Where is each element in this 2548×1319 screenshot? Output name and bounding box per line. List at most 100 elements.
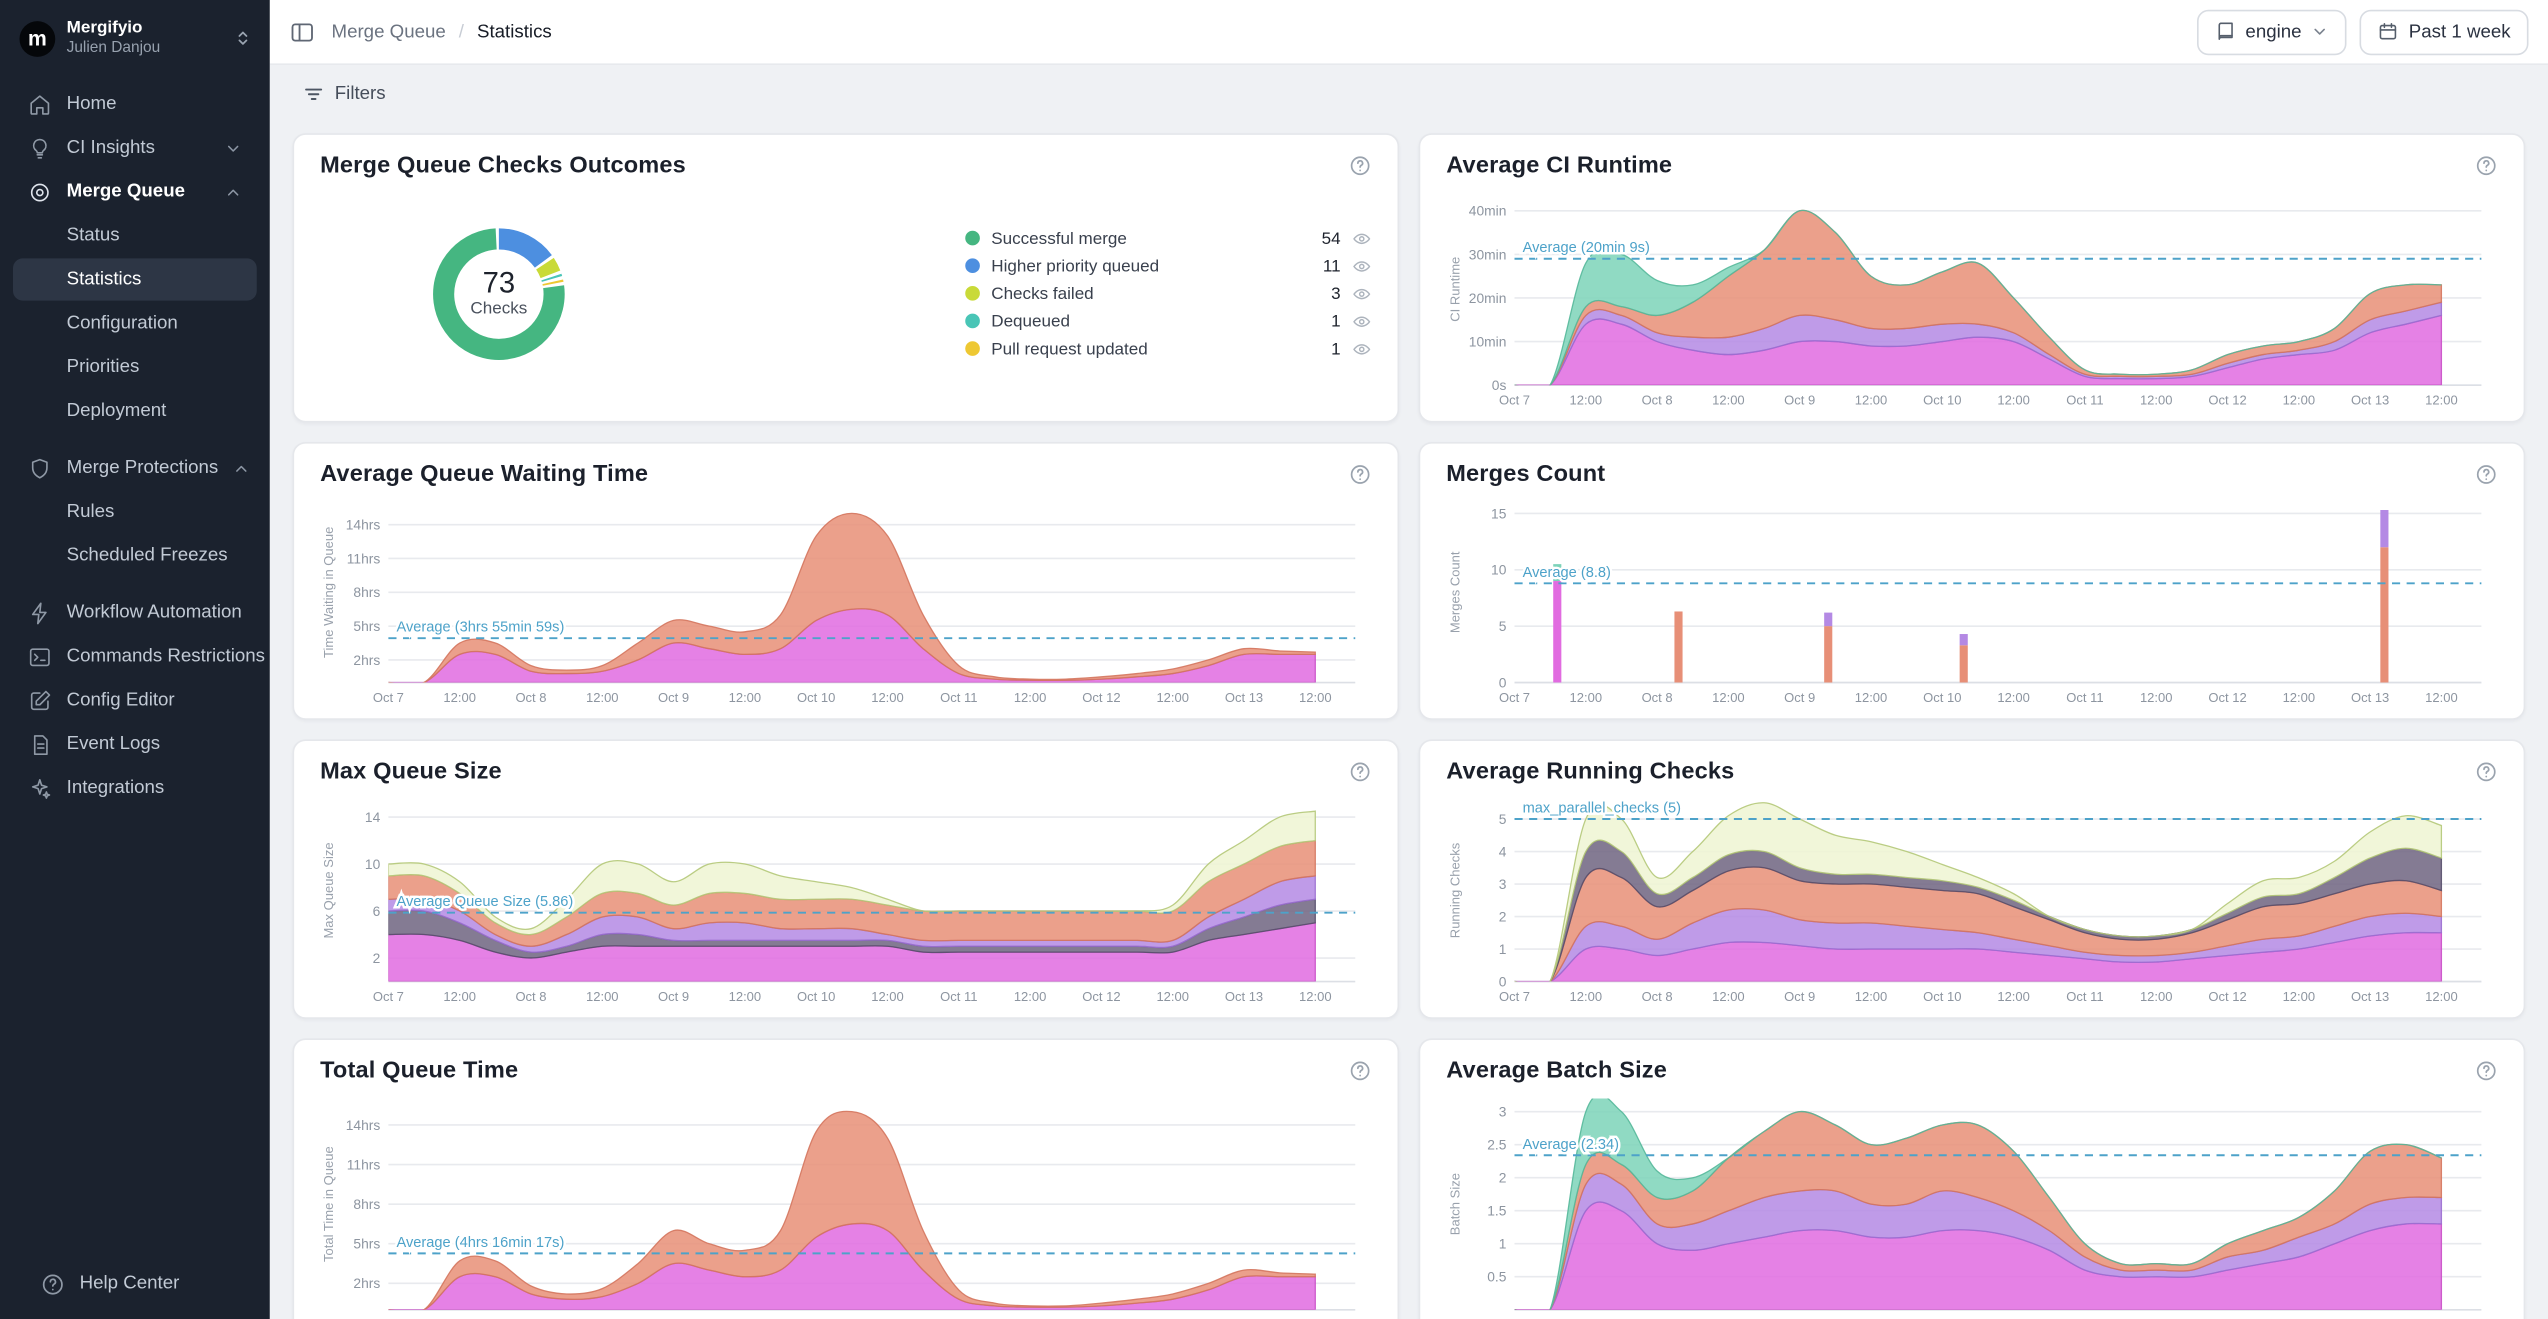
svg-text:CI Runtime: CI Runtime [1447, 257, 1462, 322]
help-icon[interactable] [2475, 1060, 2498, 1083]
editor-icon [28, 688, 52, 712]
svg-text:15: 15 [1491, 505, 1507, 521]
svg-text:Oct 7: Oct 7 [373, 690, 404, 705]
help-circle-icon [41, 1272, 65, 1296]
chart-merges-count: 051015Oct 712:00Oct 812:00Oct 912:00Oct … [1446, 488, 2497, 706]
card-title: Total Queue Time [320, 1058, 518, 1084]
svg-text:12:00: 12:00 [443, 989, 476, 1004]
date-range-button[interactable]: Past 1 week [2360, 9, 2528, 55]
svg-text:12:00: 12:00 [2283, 393, 2316, 408]
help-icon[interactable] [2475, 154, 2498, 177]
help-icon[interactable] [1349, 761, 1372, 784]
eye-icon[interactable] [1352, 339, 1372, 359]
sidebar-item-rules[interactable]: Rules [13, 491, 257, 533]
eye-icon[interactable] [1352, 256, 1372, 276]
help-center-label: Help Center [80, 1274, 180, 1294]
card-title: Average Running Checks [1446, 759, 1734, 785]
chevron-up-icon [224, 183, 242, 201]
chart-total-queue-time: 2hrs5hrs8hrs11hrs14hrsOct 712:00Oct 812:… [320, 1084, 1371, 1319]
sidebar-item-help-center[interactable]: Help Center [26, 1263, 244, 1305]
sidebar-item-deployment[interactable]: Deployment [13, 390, 257, 432]
sidebar-item-status[interactable]: Status [13, 215, 257, 257]
help-icon[interactable] [1349, 463, 1372, 486]
svg-text:2: 2 [373, 950, 381, 966]
date-range-label: Past 1 week [2409, 22, 2511, 42]
sidebar-item-label: Scheduled Freezes [67, 546, 228, 566]
svg-text:0: 0 [1499, 973, 1507, 989]
help-icon[interactable] [2475, 463, 2498, 486]
sidebar-nav: Home CI InsightsMerge QueueStatusStatisti… [0, 78, 270, 1319]
svg-text:8hrs: 8hrs [353, 1196, 380, 1212]
legend-row-pull-request-updated: Pull request updated1 [965, 338, 1371, 359]
svg-text:Batch Size: Batch Size [1447, 1173, 1462, 1235]
svg-text:Oct 11: Oct 11 [940, 989, 977, 1004]
org-header[interactable]: m Mergifyio Julien Danjou [0, 0, 270, 78]
svg-text:Oct 7: Oct 7 [1499, 690, 1530, 705]
svg-text:12:00: 12:00 [443, 690, 476, 705]
svg-text:40min: 40min [1469, 203, 1507, 219]
sidebar-item-label: Priorities [67, 358, 140, 378]
svg-text:14: 14 [365, 809, 381, 825]
sidebar-item-configuration[interactable]: Configuration [13, 302, 257, 344]
card-title: Average CI Runtime [1446, 153, 1672, 179]
legend-dot [965, 314, 980, 329]
eye-icon[interactable] [1352, 284, 1372, 304]
breadcrumb-merge-queue[interactable]: Merge Queue [332, 22, 446, 42]
svg-text:12:00: 12:00 [1156, 690, 1189, 705]
repository-select[interactable]: engine [2197, 9, 2347, 55]
card-merge-queue-checks-outcomes: Merge Queue Checks Outcomes 73 Checks [293, 133, 1400, 422]
svg-text:11hrs: 11hrs [347, 1156, 381, 1172]
card-title: Average Batch Size [1446, 1058, 1667, 1084]
filters-button[interactable]: Filters [289, 78, 398, 111]
workflow-icon [28, 600, 52, 624]
sidebar-item-merge-queue[interactable]: Merge Queue [13, 171, 257, 213]
svg-text:12:00: 12:00 [2140, 989, 2173, 1004]
svg-text:12:00: 12:00 [1712, 989, 1745, 1004]
checks-outcomes-legend: Successful merge54Higher priority queued… [965, 228, 1371, 360]
svg-text:6: 6 [373, 903, 381, 919]
sidebar-item-home[interactable]: Home [13, 83, 257, 125]
sidebar-item-integrations[interactable]: Integrations [13, 767, 257, 809]
svg-text:12:00: 12:00 [871, 989, 904, 1004]
sidebar-item-statistics[interactable]: Statistics [13, 258, 257, 300]
sidebar-item-label: Commands Restrictions [67, 647, 265, 667]
repository-icon [2215, 21, 2236, 42]
svg-text:5hrs: 5hrs [353, 1236, 380, 1252]
svg-text:Oct 11: Oct 11 [2066, 989, 2103, 1004]
svg-text:12:00: 12:00 [1997, 690, 2030, 705]
sidebar-item-priorities[interactable]: Priorities [13, 346, 257, 388]
card-title: Merges Count [1446, 462, 1605, 488]
shield-icon [28, 456, 52, 480]
svg-text:Oct 12: Oct 12 [1082, 989, 1120, 1004]
svg-text:2: 2 [1499, 1170, 1507, 1186]
sidebar-item-ci-insights[interactable]: CI Insights [13, 127, 257, 169]
sidebar-item-merge-protections[interactable]: Merge Protections [13, 447, 257, 489]
svg-text:Oct 8: Oct 8 [1642, 690, 1673, 705]
svg-text:12:00: 12:00 [1855, 393, 1888, 408]
svg-text:12:00: 12:00 [586, 989, 619, 1004]
svg-text:max_parallel_checks (5): max_parallel_checks (5) [1523, 801, 1681, 817]
svg-text:12:00: 12:00 [1156, 989, 1189, 1004]
svg-text:Oct 13: Oct 13 [1225, 690, 1263, 705]
svg-text:12:00: 12:00 [2283, 989, 2316, 1004]
help-icon[interactable] [1349, 1060, 1372, 1083]
card-title: Max Queue Size [320, 759, 502, 785]
svg-text:Oct 9: Oct 9 [1784, 393, 1815, 408]
help-icon[interactable] [2475, 761, 2498, 784]
svg-text:Oct 9: Oct 9 [658, 690, 689, 705]
legend-label: Checks failed [991, 284, 1320, 304]
svg-text:11hrs: 11hrs [347, 550, 381, 566]
svg-text:Oct 12: Oct 12 [2208, 690, 2246, 705]
eye-icon[interactable] [1352, 228, 1372, 248]
eye-icon[interactable] [1352, 311, 1372, 331]
sidebar-item-event-logs[interactable]: Event Logs [13, 723, 257, 765]
sidebar-toggle-icon[interactable] [289, 19, 315, 45]
sidebar-item-commands-restrictions[interactable]: Commands Restrictions [13, 635, 257, 677]
mergify-logo: m [20, 20, 56, 56]
help-icon[interactable] [1349, 154, 1372, 177]
org-switcher-icon[interactable] [232, 28, 253, 49]
sidebar-item-config-editor[interactable]: Config Editor [13, 679, 257, 721]
sidebar-item-workflow-automation[interactable]: Workflow Automation [13, 592, 257, 634]
sidebar-item-scheduled-freezes[interactable]: Scheduled Freezes [13, 535, 257, 577]
sidebar-item-label: Home [67, 94, 117, 114]
